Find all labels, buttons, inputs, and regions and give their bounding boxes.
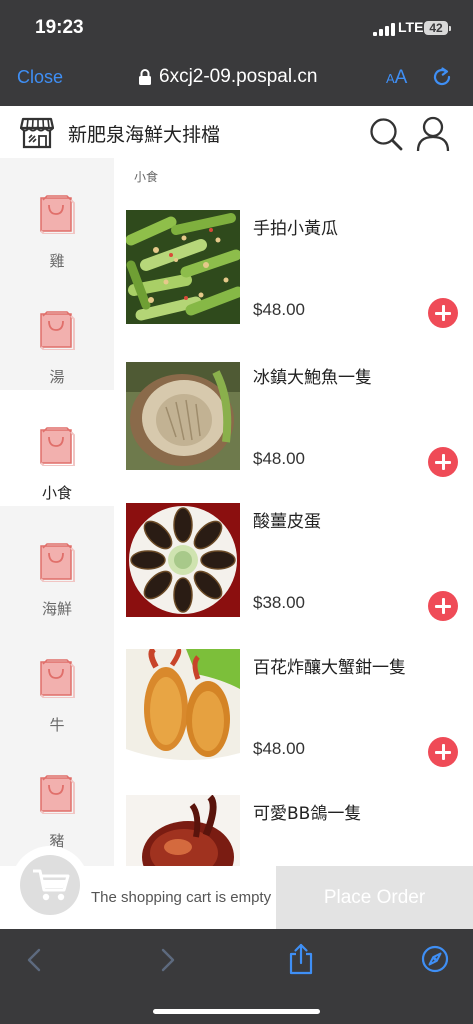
add-to-cart-button[interactable] bbox=[428, 298, 458, 328]
compass-icon[interactable] bbox=[421, 945, 449, 973]
category-soup[interactable]: 湯 bbox=[0, 274, 114, 390]
century-egg-image[interactable] bbox=[126, 503, 240, 617]
product-name: 酸薑皮蛋 bbox=[253, 512, 321, 532]
close-button[interactable]: Close bbox=[17, 67, 63, 88]
product-price: $48.00 bbox=[253, 739, 305, 758]
text-size-large-label: A bbox=[394, 67, 408, 88]
store-icon bbox=[20, 117, 54, 149]
url-text[interactable]: 6xcj2-09.pospal.cn bbox=[159, 66, 317, 88]
shopping-bag-icon bbox=[40, 543, 75, 582]
cart-status-text: The shopping cart is empty bbox=[91, 889, 272, 906]
place-order-button[interactable]: Place Order bbox=[276, 866, 473, 929]
battery-icon: 42 bbox=[424, 21, 448, 35]
signal-icon bbox=[373, 22, 395, 36]
app-header: 新肥泉海鮮大排檔 bbox=[0, 106, 473, 158]
category-seafood[interactable]: 海鮮 bbox=[0, 506, 114, 622]
store-name: 新肥泉海鮮大排檔 bbox=[68, 124, 221, 146]
cart-bar: The shopping cart is empty Place Order bbox=[0, 846, 473, 929]
status-bar: 19:23 LTE 42 bbox=[0, 0, 473, 56]
add-to-cart-button[interactable] bbox=[428, 591, 458, 621]
category-label: 海鮮 bbox=[41, 600, 72, 618]
pigeon-image[interactable] bbox=[126, 795, 240, 870]
product-name: 可愛BB鴿一隻 bbox=[253, 804, 362, 824]
category-sidebar: 雞 湯 小食 海鮮 牛 豬 bbox=[0, 158, 114, 870]
browser-url-bar: Close 6xcj2-09.pospal.cn AA bbox=[0, 56, 473, 106]
home-indicator bbox=[153, 1009, 320, 1014]
add-to-cart-button[interactable] bbox=[428, 737, 458, 767]
back-icon[interactable] bbox=[24, 947, 44, 973]
browser-toolbar bbox=[0, 929, 473, 1024]
category-pork[interactable]: 豬 bbox=[0, 738, 114, 854]
network-type: LTE bbox=[398, 19, 424, 35]
shopping-bag-icon bbox=[40, 427, 75, 466]
product-name: 手拍小黃瓜 bbox=[253, 219, 338, 239]
search-icon[interactable] bbox=[369, 117, 403, 151]
forward-icon[interactable] bbox=[158, 947, 178, 973]
status-time: 19:23 bbox=[35, 17, 84, 38]
category-label: 牛 bbox=[49, 716, 65, 734]
product-item: 百花炸釀大蟹鉗一隻 $48.00 bbox=[114, 649, 473, 789]
product-item: 冰鎮大鮑魚一隻 $48.00 bbox=[114, 359, 473, 499]
category-label: 湯 bbox=[49, 368, 65, 386]
shopping-bag-icon bbox=[40, 311, 75, 350]
shopping-cart-icon bbox=[33, 869, 70, 901]
product-name: 百花炸釀大蟹鉗一隻 bbox=[253, 658, 406, 678]
category-chicken[interactable]: 雞 bbox=[0, 158, 114, 274]
cart-button[interactable] bbox=[11, 846, 89, 924]
product-name: 冰鎮大鮑魚一隻 bbox=[253, 368, 372, 388]
product-item: 可愛BB鴿一隻 bbox=[114, 795, 473, 870]
text-size-small-label: A bbox=[386, 71, 395, 86]
product-price: $38.00 bbox=[253, 593, 305, 612]
category-snacks[interactable]: 小食 bbox=[0, 390, 114, 506]
product-price: $48.00 bbox=[253, 300, 305, 319]
lock-icon bbox=[139, 69, 151, 85]
share-icon[interactable] bbox=[288, 943, 314, 975]
user-icon[interactable] bbox=[416, 116, 450, 152]
fried-crab-claw-image[interactable] bbox=[126, 649, 240, 763]
reload-icon[interactable] bbox=[430, 65, 454, 89]
product-price: $48.00 bbox=[253, 449, 305, 468]
product-item: 手拍小黃瓜 $48.00 bbox=[114, 210, 473, 350]
shopping-bag-icon bbox=[40, 195, 75, 234]
cart-circle bbox=[20, 855, 80, 915]
battery-cap bbox=[449, 26, 451, 31]
category-beef[interactable]: 牛 bbox=[0, 622, 114, 738]
product-item: 酸薑皮蛋 $38.00 bbox=[114, 503, 473, 643]
add-to-cart-button[interactable] bbox=[428, 447, 458, 477]
cucumber-salad-image[interactable] bbox=[126, 210, 240, 324]
abalone-image[interactable] bbox=[126, 359, 240, 473]
category-label: 小食 bbox=[41, 484, 72, 502]
category-label: 雞 bbox=[49, 252, 65, 270]
section-title: 小食 bbox=[134, 170, 159, 184]
text-size-button[interactable]: AA bbox=[386, 67, 407, 89]
shopping-bag-icon bbox=[40, 775, 75, 814]
product-list: 小食 手拍小黃瓜 $48.00 冰鎮大鮑魚一隻 $48.00 酸薑皮蛋 $38.… bbox=[114, 158, 473, 870]
shopping-bag-icon bbox=[40, 659, 75, 698]
